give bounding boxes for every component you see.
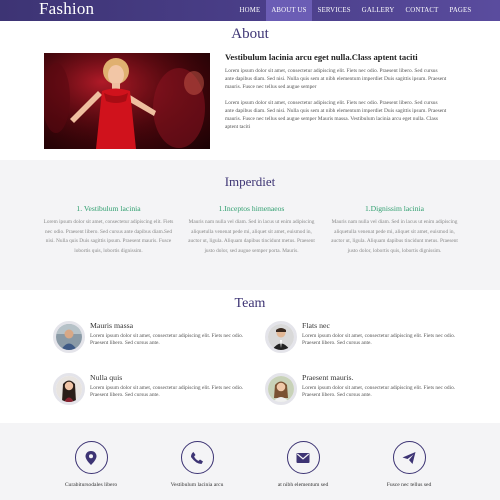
team-member-name: Nulla quis [90,373,123,382]
team-member-name: Mauris massa [90,321,134,330]
phone-icon[interactable] [180,441,214,474]
footer-item-label: Curabitursodales libero [64,482,118,488]
footer-item-send: Fusce nec tellus sed [364,441,454,488]
about-paragraph-2: Lorem ipsum dolor sit amet, consectetur … [225,100,447,130]
main-nav: HOME ABOUT US SERVICES GALLERY CONTACT P… [234,0,477,21]
imperdiet-column-heading[interactable]: 1.Dignissim lacinia [327,204,462,213]
nav-gallery[interactable]: GALLERY [356,0,400,21]
about-fashion-photo [44,53,210,149]
avatar [265,373,297,405]
team-member-description: Lorem ipsum dolor sit amet, consectetur … [90,333,244,346]
contact-footer: Curabitursodales libero Vestibulum lacin… [0,423,500,500]
about-paragraph-1: Lorem ipsum dolor sit amet, consectetur … [225,68,447,90]
imperdiet-column-3: 1.Dignissim lacinia Mauris nam nulla vel… [327,204,462,256]
imperdiet-column-heading[interactable]: 1. Vestibulum lacinia [41,204,176,213]
imperdiet-column-2: 1.Inceptos himenaeos Mauris nam nulla ve… [184,204,319,256]
imperdiet-column-1: 1. Vestibulum lacinia Lorem ipsum dolor … [41,204,176,256]
footer-item-phone: Vestibulum lacinia arcu [152,441,242,488]
imperdiet-section: Imperdiet 1. Vestibulum lacinia Lorem ip… [0,160,500,290]
avatar [265,321,297,353]
team-member-name: Flats nec [302,321,330,330]
imperdiet-section-title: Imperdiet [224,174,276,189]
site-logo[interactable]: Fashion [39,0,94,19]
imperdiet-column-text: Lorem ipsum dolor sit amet, consectetur … [43,219,174,254]
team-section-title: Team [234,296,266,311]
paper-plane-icon[interactable] [392,441,426,474]
footer-item-label: at nibh elementum sed [277,482,329,488]
about-section-title: About [231,26,269,42]
map-marker-icon[interactable] [74,441,108,474]
footer-item-label: Vestibulum lacinia arcu [170,482,224,488]
footer-item-location: Curabitursodales libero [46,441,136,488]
imperdiet-column-text: Mauris nam nulla vel diam. Sed in lacus … [331,219,458,254]
nav-contact[interactable]: CONTACT [400,0,444,21]
team-member-description: Lorem ipsum dolor sit amet, consectetur … [302,333,456,346]
avatar [53,321,85,353]
nav-about-us[interactable]: ABOUT US [265,0,313,21]
imperdiet-column-text: Mauris nam nulla vel diam. Sed in lacus … [188,219,315,254]
nav-pages[interactable]: PAGES [444,0,477,21]
imperdiet-column-heading[interactable]: 1.Inceptos himenaeos [184,204,319,213]
nav-services[interactable]: SERVICES [312,0,356,21]
team-member-name: Praesent mauris. [302,373,354,382]
footer-item-label: Fusce nec tellus sed [386,482,432,488]
team-member-description: Lorem ipsum dolor sit amet, consectetur … [302,385,456,398]
avatar [53,373,85,405]
footer-item-email: at nibh elementum sed [258,441,348,488]
site-header: Fashion HOME ABOUT US SERVICES GALLERY C… [0,0,500,21]
nav-home[interactable]: HOME [234,0,266,21]
about-heading: Vestibulum lacinia arcu eget nulla.Class… [225,52,418,62]
team-member-description: Lorem ipsum dolor sit amet, consectetur … [90,385,244,398]
envelope-icon[interactable] [286,441,320,474]
